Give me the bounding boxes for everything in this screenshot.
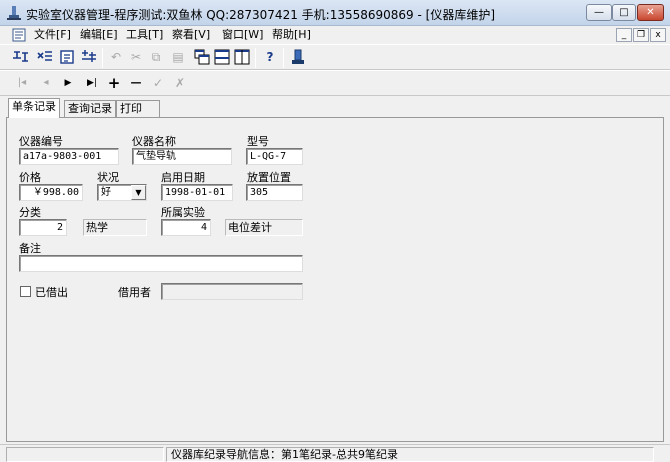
delete-record-icon[interactable]: — <box>126 73 146 93</box>
tile-vertical-icon[interactable] <box>234 49 250 65</box>
instrument-name-field[interactable]: 气垫导轨 <box>132 148 232 165</box>
remarks-label: 备注 <box>19 242 41 255</box>
cancel-edit-icon[interactable]: ✗ <box>170 73 190 93</box>
maximize-button[interactable]: □ <box>612 4 636 21</box>
toolbar-separator <box>283 48 284 68</box>
remarks-field[interactable] <box>19 255 303 272</box>
location-label: 放置位置 <box>247 171 291 184</box>
cascade-windows-icon[interactable] <box>194 49 210 65</box>
report-tool-icon[interactable] <box>58 49 76 65</box>
model-field[interactable]: L-QG-7 <box>246 148 303 165</box>
experiment-name-text: 电位差计 <box>225 219 303 236</box>
instrument-name-label: 仪器名称 <box>132 135 176 148</box>
mdi-restore-button[interactable]: ❐ <box>633 28 649 42</box>
confirm-edit-icon[interactable]: ✓ <box>148 73 168 93</box>
close-icon: ✕ <box>646 7 655 18</box>
model-label: 型号 <box>247 135 269 148</box>
menu-tools[interactable]: 工具[T] <box>126 26 163 44</box>
copy-icon[interactable]: ⧉ <box>146 47 166 67</box>
category-code-field[interactable]: 2 <box>19 219 67 236</box>
mdi-minimize-button[interactable]: _ <box>616 28 632 42</box>
location-field[interactable]: 305 <box>246 184 303 201</box>
toolbar-separator <box>102 48 103 68</box>
start-date-field[interactable]: 1998-01-01 <box>161 184 233 201</box>
borrower-label: 借用者 <box>118 286 151 299</box>
borrow-tool-icon[interactable] <box>80 49 98 65</box>
instrument-no-label: 仪器编号 <box>19 135 63 148</box>
next-record-icon[interactable]: ▶ <box>58 73 78 93</box>
context-help-icon[interactable]: ? <box>260 47 280 67</box>
app-icon <box>7 6 21 20</box>
window-title: 实验室仪器管理-程序测试:双鱼林 QQ:287307421 手机:1355869… <box>26 8 495 22</box>
status-pane <box>6 447 164 462</box>
menu-bar: 文件[F] 编辑[E] 工具[T] 察看[V] 窗口[W] 帮助[H] _ ❐ … <box>0 26 670 44</box>
maximize-icon: □ <box>619 7 629 18</box>
menu-edit[interactable]: 编辑[E] <box>80 26 118 44</box>
experiment-code-field[interactable]: 4 <box>161 219 211 236</box>
cut-icon[interactable]: ✂ <box>126 47 146 67</box>
first-record-icon[interactable]: |◂ <box>12 73 32 93</box>
borrower-field[interactable] <box>161 283 303 300</box>
minimize-icon: — <box>594 7 604 18</box>
exit-icon[interactable] <box>290 49 306 65</box>
child-window-icon[interactable] <box>12 28 26 42</box>
title-bar[interactable]: 实验室仪器管理-程序测试:双鱼林 QQ:287307421 手机:1355869… <box>0 0 670 26</box>
instrument-tool-icon[interactable] <box>12 49 30 65</box>
menu-help[interactable]: 帮助[H] <box>272 26 311 44</box>
category-tool-icon[interactable] <box>36 49 54 65</box>
category-name-text: 热学 <box>83 219 147 236</box>
tab-print[interactable]: 打印 <box>116 100 160 117</box>
record-form-panel <box>6 117 664 442</box>
status-bar: 仪器库纪录导航信息：第1笔纪录-总共9笔纪录 <box>0 444 670 462</box>
condition-label: 状况 <box>97 171 119 184</box>
undo-icon[interactable]: ↶ <box>106 47 126 67</box>
borrowed-checkbox[interactable] <box>20 286 31 297</box>
tab-query-records[interactable]: 查询记录 <box>64 100 116 117</box>
status-message: 仪器库纪录导航信息：第1笔纪录-总共9笔纪录 <box>166 447 654 462</box>
add-record-icon[interactable]: + <box>104 73 124 93</box>
minimize-button[interactable]: — <box>586 4 612 21</box>
main-toolbar: ↶ ✂ ⧉ ▤ ? <box>0 44 670 70</box>
mdi-close-button[interactable]: x <box>650 28 666 42</box>
menu-view[interactable]: 察看[V] <box>172 26 210 44</box>
price-field[interactable]: ￥998.00 <box>19 184 83 201</box>
category-label: 分类 <box>19 206 41 219</box>
instrument-no-field[interactable]: a17a-9803-001 <box>19 148 119 165</box>
chevron-down-icon[interactable]: ▼ <box>131 185 146 200</box>
tab-single-record[interactable]: 单条记录 <box>8 98 60 118</box>
menu-file[interactable]: 文件[F] <box>34 26 71 44</box>
experiment-label: 所属实验 <box>161 206 205 219</box>
borrowed-label: 已借出 <box>35 286 68 299</box>
price-label: 价格 <box>19 171 41 184</box>
close-button[interactable]: ✕ <box>637 4 664 21</box>
last-record-icon[interactable]: ▶| <box>82 73 102 93</box>
menu-window[interactable]: 窗口[W] <box>222 26 263 44</box>
toolbar-separator <box>255 48 256 68</box>
navigation-toolbar: |◂ ◂ ▶ ▶| + — ✓ ✗ <box>0 70 670 96</box>
start-date-label: 启用日期 <box>161 171 205 184</box>
condition-value: 好 <box>101 187 111 198</box>
previous-record-icon[interactable]: ◂ <box>36 73 56 93</box>
tile-horizontal-icon[interactable] <box>214 49 230 65</box>
paste-icon[interactable]: ▤ <box>168 47 188 67</box>
